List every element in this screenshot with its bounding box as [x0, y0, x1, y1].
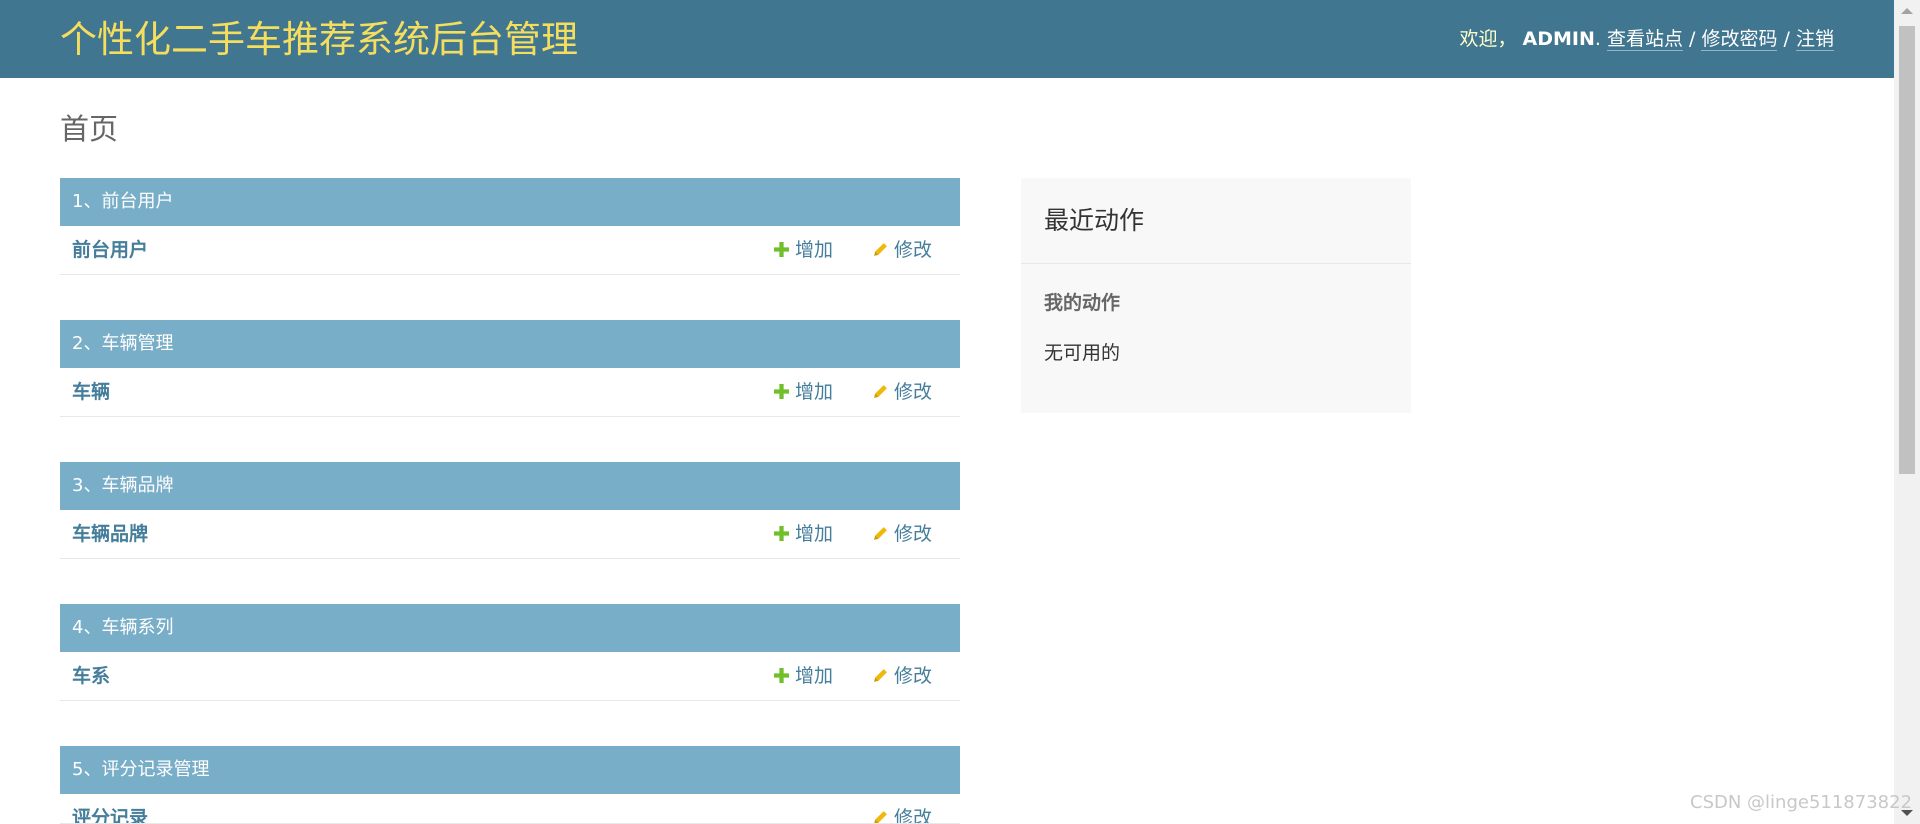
scrollbar-thumb[interactable]	[1899, 26, 1915, 474]
pencil-icon	[874, 242, 887, 256]
pencil-icon	[874, 526, 887, 540]
module-caption[interactable]: 4、车辆系列	[60, 604, 960, 652]
app-module: 1、前台用户 前台用户 增加 修改	[60, 178, 960, 275]
model-row: 车辆 增加 修改	[60, 368, 960, 417]
add-link[interactable]: 增加	[774, 368, 833, 416]
logout-link[interactable]: 注销	[1795, 28, 1834, 51]
app-module: 3、车辆品牌 车辆品牌 增加 修改	[60, 462, 960, 559]
change-label: 修改	[894, 665, 933, 687]
page-title: 首页	[60, 112, 119, 146]
change-password-link[interactable]: 修改密码	[1701, 28, 1778, 51]
model-link[interactable]: 车辆品牌	[72, 510, 148, 558]
change-label: 修改	[894, 523, 933, 545]
app-module: 5、评分记录管理 评分记录 修改	[60, 746, 960, 824]
view-site-link[interactable]: 查看站点	[1606, 28, 1683, 51]
scroll-up-arrow-icon[interactable]	[1901, 8, 1913, 14]
my-actions-heading: 我的动作	[1044, 292, 1121, 314]
plus-icon	[774, 667, 789, 683]
separator: /	[1783, 28, 1790, 50]
module-caption[interactable]: 2、车辆管理	[60, 320, 960, 368]
model-row: 车系 增加 修改	[60, 652, 960, 701]
module-caption[interactable]: 5、评分记录管理	[60, 746, 960, 794]
plus-icon	[774, 241, 789, 257]
recent-actions-title: 最近动作	[1021, 178, 1411, 264]
add-label: 增加	[795, 381, 834, 403]
change-link[interactable]: 修改	[873, 510, 932, 558]
site-brand[interactable]: 个性化二手车推荐系统后台管理	[60, 18, 578, 62]
model-link[interactable]: 车辆	[72, 368, 110, 416]
pencil-icon	[874, 810, 887, 823]
model-link[interactable]: 车系	[72, 652, 110, 700]
pencil-icon	[874, 668, 887, 682]
plus-icon	[774, 525, 789, 541]
no-actions-text: 无可用的	[1044, 342, 1121, 364]
model-link[interactable]: 评分记录	[72, 794, 148, 823]
add-link[interactable]: 增加	[774, 510, 833, 558]
welcome-period: .	[1594, 28, 1601, 50]
model-row: 评分记录 修改	[60, 794, 960, 824]
change-link[interactable]: 修改	[873, 652, 932, 700]
module-caption[interactable]: 3、车辆品牌	[60, 462, 960, 510]
change-label: 修改	[894, 239, 933, 261]
app-module: 2、车辆管理 车辆 增加 修改	[60, 320, 960, 417]
change-label: 修改	[894, 807, 933, 824]
module-caption[interactable]: 1、前台用户	[60, 178, 960, 226]
change-link[interactable]: 修改	[873, 368, 932, 416]
header-bar: 个性化二手车推荐系统后台管理 欢迎， ADMIN. 查看站点 / 修改密码 / …	[0, 0, 1894, 78]
model-row: 前台用户 增加 修改	[60, 226, 960, 275]
pencil-icon	[874, 384, 887, 398]
add-link[interactable]: 增加	[774, 226, 833, 274]
welcome-text: 欢迎，	[1459, 28, 1517, 50]
model-link[interactable]: 前台用户	[72, 226, 148, 274]
vertical-scrollbar[interactable]	[1894, 0, 1920, 824]
watermark-text: CSDN @linge511873822	[1690, 792, 1913, 813]
add-label: 增加	[795, 523, 834, 545]
app-module: 4、车辆系列 车系 增加 修改	[60, 604, 960, 701]
add-label: 增加	[795, 665, 834, 687]
separator: /	[1689, 28, 1696, 50]
add-link[interactable]: 增加	[774, 652, 833, 700]
change-link[interactable]: 修改	[873, 794, 933, 824]
change-link[interactable]: 修改	[873, 226, 932, 274]
model-row: 车辆品牌 增加 修改	[60, 510, 960, 559]
add-label: 增加	[795, 239, 834, 261]
plus-icon	[774, 383, 789, 399]
user-tools: 欢迎， ADMIN. 查看站点 / 修改密码 / 注销	[1459, 26, 1834, 52]
username: ADMIN	[1522, 28, 1595, 50]
recent-actions-panel: 最近动作 我的动作 无可用的	[1021, 178, 1411, 413]
change-label: 修改	[894, 381, 933, 403]
